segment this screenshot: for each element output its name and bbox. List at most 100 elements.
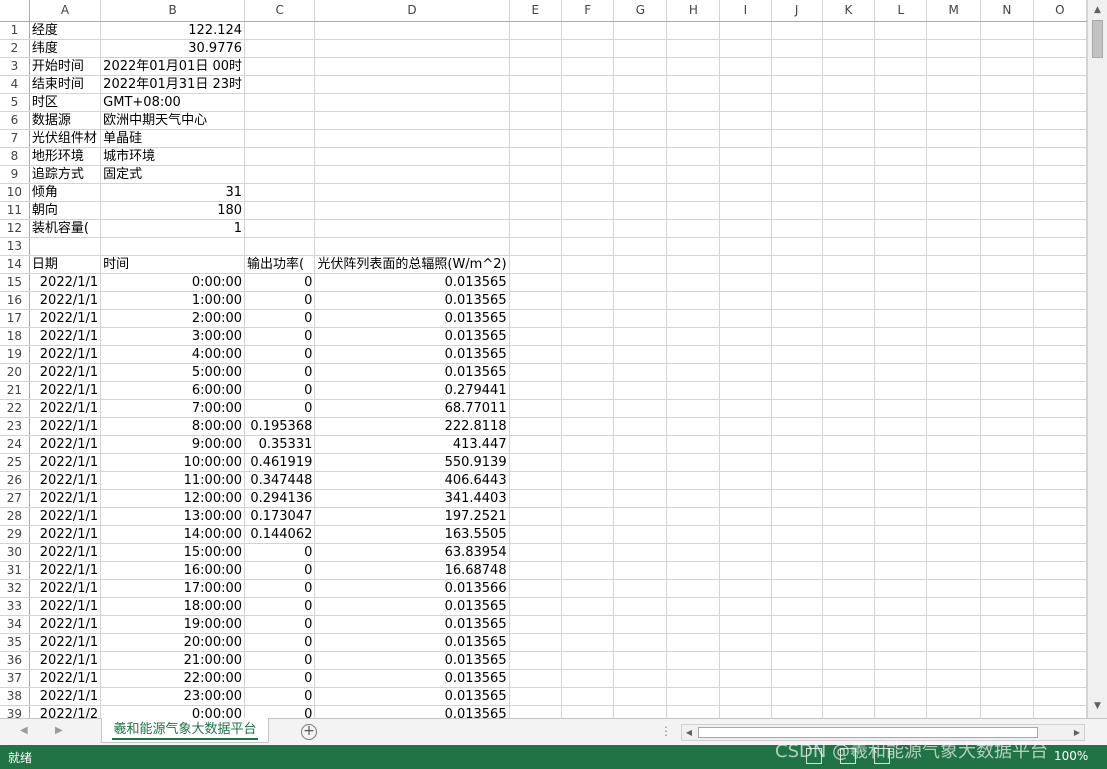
cell-b[interactable]: 5:00:00: [100, 363, 246, 382]
empty-cell[interactable]: [822, 669, 876, 688]
cell-a[interactable]: 装机容量(: [29, 219, 102, 238]
cell-a[interactable]: 2022/1/1: [29, 453, 102, 472]
empty-cell[interactable]: [561, 399, 615, 418]
cell-a[interactable]: 2022/1/1: [29, 687, 102, 706]
empty-cell[interactable]: [666, 129, 721, 148]
empty-cell[interactable]: [874, 147, 928, 166]
cell-d[interactable]: 0.013565: [314, 597, 510, 616]
empty-cell[interactable]: [822, 507, 876, 526]
empty-cell[interactable]: [926, 201, 981, 220]
empty-cell[interactable]: [980, 345, 1034, 364]
cell-a[interactable]: 光伏组件材: [29, 129, 102, 148]
empty-cell[interactable]: [874, 219, 928, 238]
row-header[interactable]: 30: [0, 543, 30, 562]
cell-d[interactable]: 0.013565: [314, 633, 510, 652]
empty-cell[interactable]: [1033, 363, 1087, 382]
empty-cell[interactable]: [509, 507, 563, 526]
cell-c[interactable]: [244, 183, 316, 202]
cell-c[interactable]: 0: [244, 597, 316, 616]
cell-c[interactable]: [244, 93, 316, 112]
empty-cell[interactable]: [666, 705, 721, 718]
row-header[interactable]: 16: [0, 291, 30, 310]
empty-cell[interactable]: [822, 21, 876, 40]
empty-cell[interactable]: [822, 705, 876, 718]
empty-cell[interactable]: [926, 21, 981, 40]
empty-cell[interactable]: [980, 597, 1034, 616]
empty-cell[interactable]: [1033, 183, 1087, 202]
empty-cell[interactable]: [822, 93, 876, 112]
empty-cell[interactable]: [1033, 57, 1087, 76]
empty-cell[interactable]: [1033, 219, 1087, 238]
empty-cell[interactable]: [771, 273, 823, 292]
empty-cell[interactable]: [1033, 147, 1087, 166]
empty-cell[interactable]: [666, 147, 721, 166]
cell-a[interactable]: 2022/1/1: [29, 471, 102, 490]
cell-a[interactable]: 2022/1/1: [29, 309, 102, 328]
empty-cell[interactable]: [874, 417, 928, 436]
cell-c[interactable]: 0.173047: [244, 507, 316, 526]
cell-b[interactable]: 0:00:00: [100, 705, 246, 718]
empty-cell[interactable]: [874, 255, 928, 274]
empty-cell[interactable]: [874, 597, 928, 616]
empty-cell[interactable]: [1033, 435, 1087, 454]
column-header[interactable]: G: [613, 0, 668, 22]
row-header[interactable]: 1: [0, 21, 30, 40]
empty-cell[interactable]: [509, 687, 563, 706]
empty-cell[interactable]: [613, 687, 668, 706]
empty-cell[interactable]: [509, 93, 563, 112]
empty-cell[interactable]: [822, 255, 876, 274]
empty-cell[interactable]: [771, 237, 823, 256]
cell-a[interactable]: 2022/1/1: [29, 561, 102, 580]
empty-cell[interactable]: [771, 345, 823, 364]
cell-b[interactable]: 16:00:00: [100, 561, 246, 580]
row-header[interactable]: 29: [0, 525, 30, 544]
empty-cell[interactable]: [666, 291, 721, 310]
empty-cell[interactable]: [613, 543, 668, 562]
empty-cell[interactable]: [980, 669, 1034, 688]
empty-cell[interactable]: [666, 525, 721, 544]
empty-cell[interactable]: [719, 399, 772, 418]
empty-cell[interactable]: [509, 435, 563, 454]
empty-cell[interactable]: [926, 39, 981, 58]
empty-cell[interactable]: [822, 417, 876, 436]
zoom-level[interactable]: 100%: [1054, 749, 1088, 763]
empty-cell[interactable]: [926, 687, 981, 706]
empty-cell[interactable]: [719, 201, 772, 220]
empty-cell[interactable]: [719, 345, 772, 364]
empty-cell[interactable]: [1033, 75, 1087, 94]
cell-c[interactable]: [244, 39, 316, 58]
empty-cell[interactable]: [771, 255, 823, 274]
empty-cell[interactable]: [666, 273, 721, 292]
cell-a[interactable]: 2022/1/1: [29, 291, 102, 310]
empty-cell[interactable]: [613, 489, 668, 508]
empty-cell[interactable]: [719, 525, 772, 544]
column-header[interactable]: C: [244, 0, 316, 22]
empty-cell[interactable]: [771, 525, 823, 544]
empty-cell[interactable]: [613, 327, 668, 346]
row-header[interactable]: 2: [0, 39, 30, 58]
cell-d[interactable]: 197.2521: [314, 507, 510, 526]
empty-cell[interactable]: [822, 615, 876, 634]
empty-cell[interactable]: [926, 219, 981, 238]
tab-prev-icon[interactable]: ◀: [20, 725, 28, 736]
empty-cell[interactable]: [1033, 471, 1087, 490]
empty-cell[interactable]: [613, 417, 668, 436]
empty-cell[interactable]: [874, 381, 928, 400]
empty-cell[interactable]: [771, 705, 823, 718]
row-header[interactable]: 35: [0, 633, 30, 652]
empty-cell[interactable]: [561, 219, 615, 238]
cell-a[interactable]: 2022/1/1: [29, 543, 102, 562]
empty-cell[interactable]: [666, 489, 721, 508]
empty-cell[interactable]: [1033, 399, 1087, 418]
cell-d[interactable]: 413.447: [314, 435, 510, 454]
row-header[interactable]: 27: [0, 489, 30, 508]
cell-a[interactable]: 2022/1/1: [29, 525, 102, 544]
cell-d[interactable]: 0.013565: [314, 309, 510, 328]
empty-cell[interactable]: [980, 507, 1034, 526]
empty-cell[interactable]: [980, 687, 1034, 706]
empty-cell[interactable]: [1033, 597, 1087, 616]
empty-cell[interactable]: [719, 57, 772, 76]
cell-d[interactable]: 16.68748: [314, 561, 510, 580]
empty-cell[interactable]: [666, 39, 721, 58]
empty-cell[interactable]: [561, 687, 615, 706]
